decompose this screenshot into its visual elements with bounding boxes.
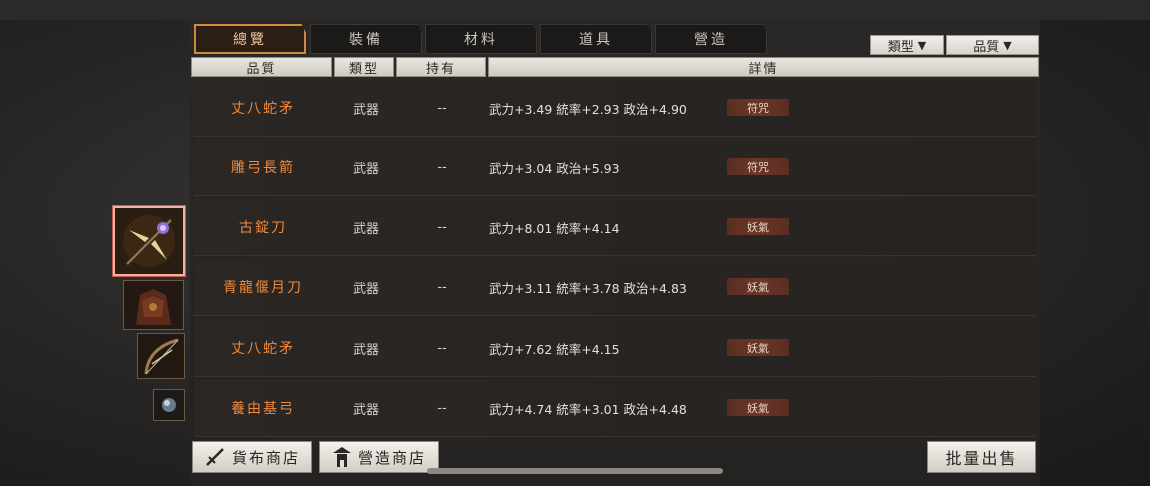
bow-thumbnail[interactable] [137,333,185,379]
item-name: 丈八蛇矛 [231,341,295,357]
tab-items[interactable]: 道具 [540,24,652,54]
table-row[interactable]: 雕弓長箭 武器 -- 武力+3.04 政治+5.93 符咒 [194,139,1036,196]
item-type: 武器 [352,221,379,237]
item-type: 武器 [352,281,379,297]
item-details: 武力+3.11 統率+3.78 政治+4.83 [489,280,687,296]
item-badge: 妖氣 [727,218,789,235]
item-owned: -- [437,219,447,235]
selected-weapon-thumbnail[interactable] [113,206,185,276]
item-details: 武力+3.49 統率+2.93 政治+4.90 [489,101,687,117]
dropdown-arrow-icon: ▼ [1003,38,1012,52]
type-filter-dropdown[interactable]: 類型 ▼ [870,35,944,55]
item-details: 武力+3.04 政治+5.93 [489,160,620,176]
table-row[interactable]: 丈八蛇矛 武器 -- 武力+7.62 統率+4.15 妖氣 [194,320,1036,377]
item-type: 武器 [352,161,379,177]
column-header-owned[interactable]: 持有 [396,57,486,77]
item-details: 武力+8.01 統率+4.14 [489,220,620,236]
item-name: 丈八蛇矛 [231,101,295,117]
item-name: 養由基弓 [231,401,295,417]
horizontal-scrollbar[interactable] [427,468,723,474]
item-type: 武器 [352,102,379,118]
column-header-quality[interactable]: 品質 [191,57,332,77]
top-bar [0,0,1150,20]
item-name: 古錠刀 [239,220,287,236]
table-row[interactable]: 青龍偃月刀 武器 -- 武力+3.11 統率+3.78 政治+4.83 妖氣 [194,259,1036,316]
item-details: 武力+7.62 統率+4.15 [489,341,620,357]
tab-overview[interactable]: 總覽 [194,24,306,54]
bulk-sell-label: 批量出售 [945,449,1018,468]
tower-icon [332,447,351,467]
tab-materials[interactable]: 材料 [425,24,537,54]
item-badge: 符咒 [727,99,789,116]
item-owned: -- [437,100,447,116]
item-owned: -- [437,340,447,356]
dropdown-arrow-icon: ▼ [917,38,927,52]
type-filter-label: 類型 [887,39,914,55]
item-name: 青龍偃月刀 [223,280,303,296]
armor-icon [124,281,183,329]
item-owned: -- [437,279,447,295]
item-type: 武器 [352,402,379,418]
table-row[interactable]: 古錠刀 武器 -- 武力+8.01 統率+4.14 妖氣 [194,199,1036,256]
item-owned: -- [437,159,447,175]
currency-shop-label: 貨布商店 [231,448,300,467]
build-shop-button[interactable]: 營造商店 [319,441,439,473]
bow-icon [138,334,184,378]
orb-icon [154,390,184,420]
quality-filter-dropdown[interactable]: 品質 ▼ [946,35,1039,55]
tab-equipment[interactable]: 裝備 [310,24,422,54]
currency-shop-button[interactable]: 貨布商店 [192,441,312,473]
item-badge: 妖氣 [727,339,789,356]
item-badge: 妖氣 [727,399,789,416]
table-row[interactable]: 丈八蛇矛 武器 -- 武力+3.49 統率+2.93 政治+4.90 符咒 [194,80,1036,137]
tab-construction[interactable]: 營造 [655,24,767,54]
quality-filter-label: 品質 [973,39,1000,55]
spear-icon [115,208,183,274]
armor-thumbnail[interactable] [123,280,184,330]
build-shop-label: 營造商店 [357,448,426,467]
item-badge: 符咒 [727,158,789,175]
accessory-thumbnail[interactable] [153,389,185,421]
item-badge: 妖氣 [727,278,789,295]
column-header-details[interactable]: 詳情 [488,57,1039,77]
item-details: 武力+4.74 統率+3.01 政治+4.48 [489,401,687,417]
item-name: 雕弓長箭 [231,160,295,176]
item-owned: -- [437,400,447,416]
bulk-sell-button[interactable]: 批量出售 [927,441,1036,473]
sword-icon [206,448,224,466]
column-header-type[interactable]: 類型 [334,57,394,77]
item-type: 武器 [352,342,379,358]
table-row[interactable]: 養由基弓 武器 -- 武力+4.74 統率+3.01 政治+4.48 妖氣 [194,380,1036,437]
